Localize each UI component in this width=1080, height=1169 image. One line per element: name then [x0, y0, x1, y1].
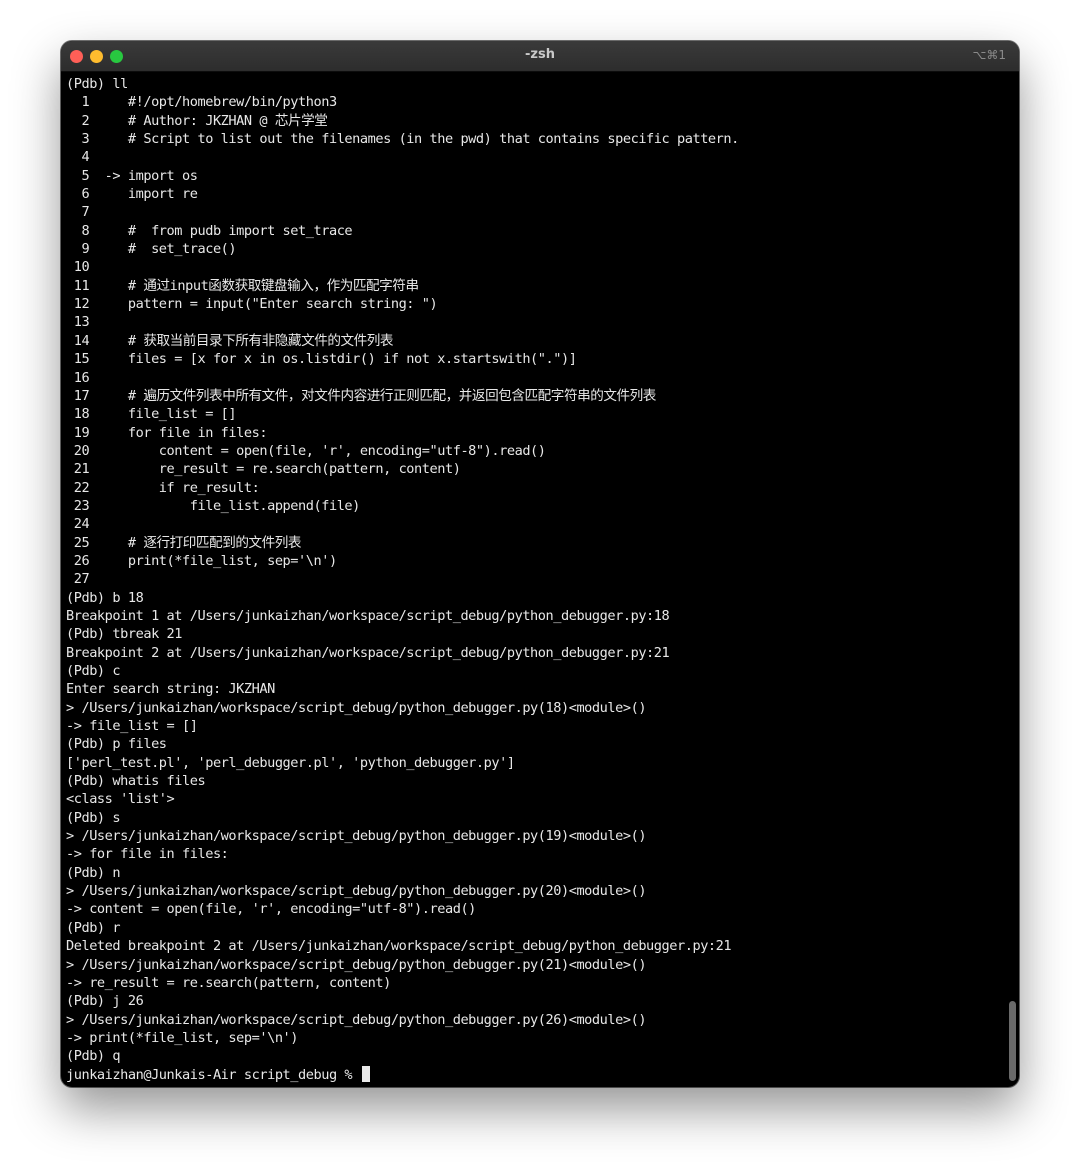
terminal-line: 2 # Author: JKZHAN @ 芯片学堂 [66, 112, 328, 129]
terminal-line: (Pdb) c [66, 663, 121, 679]
terminal-line: <class 'list'> [66, 791, 175, 808]
terminal-line: 1 #!/opt/homebrew/bin/python3 [66, 94, 337, 111]
terminal-line: 8 # from pudb import set_trace [66, 222, 353, 239]
terminal-output[interactable]: (Pdb) ll 1 #!/opt/homebrew/bin/python3 2… [66, 75, 1001, 1085]
terminal-line: 17 # 遍历文件列表中所有文件，对文件内容进行正则匹配，并返回包含匹配字符串的… [66, 387, 657, 404]
terminal-line: Breakpoint 2 at /Users/junkaizhan/worksp… [66, 644, 670, 661]
terminal-line: 13 [66, 314, 90, 331]
terminal-line: 15 files = [x for x in os.listdir() if n… [66, 351, 577, 368]
terminal-line: 25 # 逐行打印匹配到的文件列表 [66, 534, 302, 551]
terminal-line: (Pdb) s [66, 809, 121, 826]
terminal-line: 10 [66, 259, 90, 276]
terminal-line: -> re_result = re.search(pattern, conten… [66, 974, 391, 991]
terminal-line: 12 pattern = input("Enter search string:… [66, 296, 438, 313]
terminal-line: 4 [66, 149, 90, 166]
terminal-line: (Pdb) q [66, 1048, 121, 1065]
terminal-line: 5 -> import os [66, 167, 198, 184]
terminal-line: 18 file_list = [] [66, 406, 237, 423]
terminal-line: ['perl_test.pl', 'perl_debugger.pl', 'py… [66, 754, 515, 771]
terminal-line: (Pdb) tbreak 21 [66, 626, 183, 643]
terminal-line: 26 print(*file_list, sep='\n') [66, 552, 337, 569]
terminal-line: 20 content = open(file, 'r', encoding="u… [66, 442, 546, 459]
terminal-line: Deleted breakpoint 2 at /Users/junkaizha… [66, 938, 732, 955]
shell-prompt-line[interactable]: junkaizhan@Junkais-Air script_debug % [66, 1065, 1001, 1084]
terminal-line: 21 re_result = re.search(pattern, conten… [66, 461, 461, 478]
terminal-line: 3 # Script to list out the filenames (in… [66, 131, 739, 148]
terminal-line: (Pdb) p files [66, 736, 167, 753]
terminal-line: 27 [66, 571, 90, 588]
title-bar[interactable]: -zsh ⌥⌘1 [61, 41, 1019, 72]
scrollbar[interactable] [1009, 1001, 1016, 1081]
terminal-line: > /Users/junkaizhan/workspace/script_deb… [66, 699, 647, 716]
terminal-line: 19 for file in files: [66, 424, 268, 441]
terminal-line: 6 import re [66, 186, 198, 203]
terminal-line: (Pdb) n [66, 864, 121, 881]
text-cursor [361, 1065, 370, 1082]
shell-prompt: junkaizhan@Junkais-Air script_debug % [66, 1066, 360, 1083]
window-shortcut: ⌥⌘1 [972, 48, 1006, 62]
terminal-line: 23 file_list.append(file) [66, 497, 361, 514]
terminal-line: Breakpoint 1 at /Users/junkaizhan/worksp… [66, 607, 670, 624]
terminal-line: -> print(*file_list, sep='\n') [66, 1029, 299, 1046]
terminal-window: -zsh ⌥⌘1 (Pdb) ll 1 #!/opt/homebrew/bin/… [61, 41, 1019, 1087]
terminal-line: -> for file in files: [66, 846, 229, 863]
terminal-line: > /Users/junkaizhan/workspace/script_deb… [66, 828, 647, 845]
terminal-line: (Pdb) b 18 [66, 589, 144, 606]
terminal-line: (Pdb) whatis files [66, 773, 206, 790]
terminal-line: 11 # 通过input函数获取键盘输入，作为匹配字符串 [66, 277, 419, 294]
window-title: -zsh [525, 47, 555, 62]
terminal-line: 14 # 获取当前目录下所有非隐藏文件的文件列表 [66, 332, 394, 349]
terminal-line: > /Users/junkaizhan/workspace/script_deb… [66, 956, 647, 973]
terminal-line: 9 # set_trace() [66, 241, 237, 258]
terminal-line: 16 [66, 369, 90, 386]
terminal-line: -> content = open(file, 'r', encoding="u… [66, 901, 476, 918]
terminal-line: > /Users/junkaizhan/workspace/script_deb… [66, 883, 647, 900]
terminal-line: > /Users/junkaizhan/workspace/script_deb… [66, 1011, 647, 1028]
terminal-line: 24 [66, 516, 90, 533]
terminal-line: -> file_list = [] [66, 718, 198, 735]
terminal-line: (Pdb) ll [66, 76, 128, 92]
terminal-line: (Pdb) r [66, 919, 121, 936]
terminal-line: 7 [66, 204, 90, 221]
terminal-line: Enter search string: JKZHAN [66, 681, 275, 698]
terminal-line: (Pdb) j 26 [66, 993, 144, 1010]
terminal-line: 22 if re_result: [66, 479, 260, 496]
